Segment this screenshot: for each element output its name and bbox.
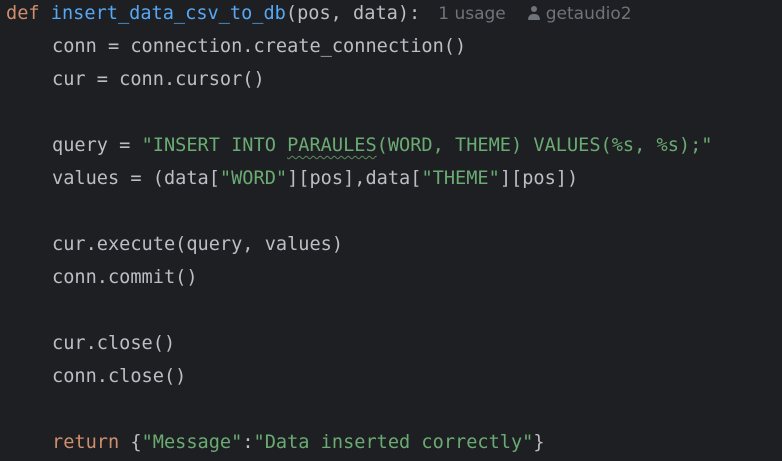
- code-line-values[interactable]: values = (data["WORD"][pos],data["THEME"…: [6, 162, 578, 195]
- code-text: conn.close(): [52, 366, 187, 387]
- code-text: conn.commit(): [52, 267, 198, 288]
- code-text: ][pos],data[: [287, 168, 422, 189]
- string-literal: "WORD": [219, 168, 288, 189]
- code-line-function-def[interactable]: def insert_data_csv_to_db(pos, data): 1 u…: [6, 0, 632, 30]
- code-text: :: [242, 432, 254, 453]
- author-hint[interactable]: getaudio2: [546, 4, 632, 24]
- code-line-conn-close[interactable]: conn.close(): [6, 360, 186, 393]
- code-line-commit[interactable]: conn.commit(): [6, 261, 198, 294]
- usage-hint[interactable]: 1 usage: [438, 4, 506, 24]
- function-name: insert_data_csv_to_db: [50, 3, 286, 24]
- function-params: (pos, data):: [285, 3, 421, 24]
- code-text: cur = conn.cursor(): [52, 69, 265, 90]
- code-editor[interactable]: def insert_data_csv_to_db(pos, data): 1 u…: [0, 0, 782, 461]
- def-keyword: def: [6, 3, 40, 24]
- string-literal: "INSERT INTO: [141, 135, 288, 156]
- person-icon: [527, 6, 540, 20]
- code-line-query[interactable]: query = "INSERT INTO PARAULES(WORD, THEM…: [6, 129, 713, 162]
- code-text: }: [533, 432, 545, 453]
- code-text: ][pos]): [499, 168, 579, 189]
- string-literal: "Data inserted correctly": [253, 432, 534, 453]
- typo-underlined-word: PARAULES: [287, 135, 377, 156]
- code-text: conn = connection.create_connection(): [52, 36, 467, 57]
- code-line-cur-close[interactable]: cur.close(): [6, 327, 175, 360]
- code-line-3[interactable]: cur = conn.cursor(): [6, 63, 265, 96]
- code-text: cur.execute(query, values): [52, 234, 344, 255]
- code-text: {: [119, 432, 142, 453]
- code-text: values = (data[: [52, 168, 220, 189]
- code-line-execute[interactable]: cur.execute(query, values): [6, 228, 343, 261]
- code-line-return[interactable]: return {"Message":"Data inserted correct…: [6, 426, 545, 459]
- string-literal: (WORD, THEME) VALUES(%s, %s);": [376, 135, 713, 156]
- code-text: query =: [52, 135, 142, 156]
- string-literal: "Message": [141, 432, 243, 453]
- string-literal: "THEME": [421, 168, 500, 189]
- code-line-2[interactable]: conn = connection.create_connection(): [6, 30, 466, 63]
- return-keyword: return: [52, 432, 120, 453]
- code-text: cur.close(): [52, 333, 176, 354]
